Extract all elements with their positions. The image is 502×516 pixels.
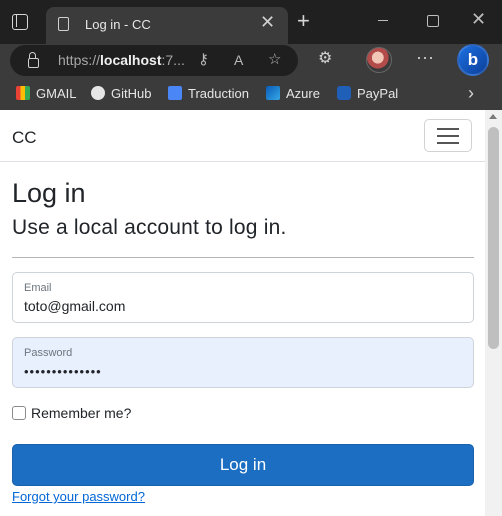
bookmarks-bar: GMAIL GitHub Traduction Azure PayPal › bbox=[0, 78, 502, 110]
password-value[interactable]: •••••••••••••• bbox=[24, 364, 102, 379]
site-navbar: CC bbox=[0, 110, 485, 162]
remember-label: Remember me? bbox=[31, 405, 132, 421]
scroll-up-icon[interactable] bbox=[489, 114, 497, 119]
login-button[interactable]: Log in bbox=[12, 444, 474, 486]
remember-checkbox[interactable] bbox=[12, 406, 26, 420]
email-field[interactable]: Email toto@gmail.com bbox=[12, 272, 474, 323]
navbar-toggler-button[interactable] bbox=[424, 119, 472, 152]
bookmark-gmail[interactable]: GMAIL bbox=[16, 86, 76, 101]
read-aloud-icon[interactable]: A bbox=[234, 51, 243, 69]
minimize-icon[interactable] bbox=[378, 20, 388, 21]
browser-titlebar: Log in - CC ✕ + ✕ bbox=[0, 0, 502, 44]
remember-me[interactable]: Remember me? bbox=[12, 405, 131, 421]
divider bbox=[12, 257, 474, 258]
page-icon bbox=[58, 17, 69, 31]
address-bar[interactable]: https://localhost:7... ⚷ A ☆ bbox=[10, 45, 298, 76]
bookmark-paypal[interactable]: PayPal bbox=[337, 86, 398, 101]
bookmark-azure[interactable]: Azure bbox=[266, 86, 320, 101]
copilot-icon[interactable]: b bbox=[457, 44, 489, 76]
more-menu-icon[interactable]: ··· bbox=[416, 48, 434, 66]
scrollbar[interactable] bbox=[485, 110, 502, 516]
scroll-thumb[interactable] bbox=[488, 127, 499, 349]
page-subtitle: Use a local account to log in. bbox=[12, 216, 287, 239]
lock-icon[interactable] bbox=[28, 52, 39, 68]
page-viewport: CC Log in Use a local account to log in.… bbox=[0, 110, 502, 516]
tab-title: Log in - CC bbox=[85, 17, 151, 32]
email-label: Email bbox=[24, 282, 52, 294]
extensions-icon[interactable]: ⚙ bbox=[318, 50, 332, 68]
key-icon[interactable]: ⚷ bbox=[198, 51, 209, 69]
add-favorite-icon[interactable]: ☆ bbox=[268, 51, 281, 69]
password-field[interactable]: Password •••••••••••••• bbox=[12, 337, 474, 388]
bookmark-github[interactable]: GitHub bbox=[91, 86, 151, 101]
site-brand[interactable]: CC bbox=[12, 128, 37, 148]
maximize-icon[interactable] bbox=[427, 15, 439, 27]
google-translate-icon bbox=[168, 86, 182, 100]
paypal-icon bbox=[337, 86, 351, 100]
tab-close-icon[interactable]: ✕ bbox=[260, 13, 275, 31]
tab-actions-icon[interactable] bbox=[12, 14, 28, 30]
azure-icon bbox=[266, 86, 280, 100]
avatar[interactable] bbox=[366, 47, 392, 73]
hamburger-icon bbox=[437, 128, 459, 130]
url-text[interactable]: https://localhost:7... bbox=[58, 52, 185, 68]
forgot-password-link[interactable]: Forgot your password? bbox=[12, 489, 145, 504]
gmail-icon bbox=[16, 86, 30, 100]
github-icon bbox=[91, 86, 105, 100]
bookmark-traduction[interactable]: Traduction bbox=[168, 86, 249, 101]
window-close-icon[interactable]: ✕ bbox=[471, 10, 486, 28]
tab-active[interactable]: Log in - CC ✕ bbox=[46, 7, 288, 44]
chevron-right-icon[interactable]: › bbox=[468, 83, 474, 104]
email-value[interactable]: toto@gmail.com bbox=[24, 298, 125, 314]
page-title: Log in bbox=[12, 178, 86, 208]
password-label: Password bbox=[24, 347, 73, 359]
new-tab-icon[interactable]: + bbox=[297, 10, 310, 32]
